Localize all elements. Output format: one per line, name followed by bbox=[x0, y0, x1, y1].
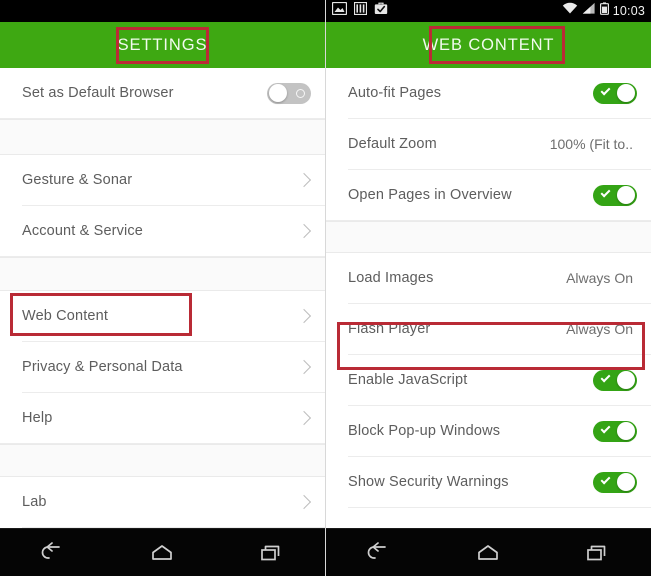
check-icon bbox=[600, 423, 611, 433]
home-icon[interactable] bbox=[135, 536, 189, 570]
wifi-icon bbox=[562, 2, 578, 20]
row-label: Enable JavaScript bbox=[348, 372, 468, 388]
check-icon bbox=[600, 85, 611, 95]
toggle-knob bbox=[617, 422, 635, 440]
page-title: SETTINGS bbox=[117, 35, 208, 54]
row-open-pages-in-overview[interactable]: Open Pages in Overview bbox=[326, 170, 651, 220]
chevron-right-icon bbox=[297, 173, 311, 187]
row-flash-player[interactable]: Flash Player Always On bbox=[326, 304, 651, 354]
row-label: Show Security Warnings bbox=[348, 474, 509, 490]
web-content-screen: 10:03 WEB CONTENT Auto-fit Pages Default… bbox=[326, 0, 651, 576]
section-gap bbox=[0, 257, 325, 291]
row-show-security-warnings[interactable]: Show Security Warnings bbox=[326, 457, 651, 507]
settings-list[interactable]: Set as Default Browser Gesture & Sonar A… bbox=[0, 68, 325, 528]
chevron-right-icon bbox=[297, 309, 311, 323]
toggle-knob bbox=[617, 473, 635, 491]
status-bar-right-icons: 10:03 bbox=[562, 2, 645, 20]
row-label: Set as Default Browser bbox=[22, 85, 174, 101]
row-label: Block Pop-up Windows bbox=[348, 423, 501, 439]
web-content-title-bar: WEB CONTENT bbox=[326, 22, 651, 68]
row-enable-javascript[interactable]: Enable JavaScript bbox=[326, 355, 651, 405]
page-title: WEB CONTENT bbox=[422, 35, 555, 54]
row-auto-fit-pages[interactable]: Auto-fit Pages bbox=[326, 68, 651, 118]
recents-icon[interactable] bbox=[570, 536, 624, 570]
status-bar-left bbox=[0, 0, 325, 22]
settings-screen: SETTINGS Set as Default Browser Gesture … bbox=[0, 0, 326, 576]
row-label: Open Pages in Overview bbox=[348, 187, 512, 203]
row-lab[interactable]: Lab bbox=[0, 477, 325, 527]
web-content-list[interactable]: Auto-fit Pages Default Zoom 100% (Fit to… bbox=[326, 68, 651, 528]
battery-icon bbox=[599, 2, 609, 20]
load-images-value: Always On bbox=[566, 270, 633, 286]
row-default-zoom[interactable]: Default Zoom 100% (Fit to.. bbox=[326, 119, 651, 169]
row-block-popup-windows[interactable]: Block Pop-up Windows bbox=[326, 406, 651, 456]
briefcase-check-icon bbox=[374, 2, 388, 20]
android-nav-bar-left bbox=[0, 528, 325, 576]
default-zoom-value: 100% (Fit to.. bbox=[549, 136, 633, 152]
row-label: Default Zoom bbox=[348, 136, 437, 152]
set-as-default-browser-toggle[interactable] bbox=[267, 82, 311, 104]
row-set-as-default-browser[interactable]: Set as Default Browser bbox=[0, 68, 325, 118]
chevron-right-icon bbox=[297, 411, 311, 425]
chevron-right-icon bbox=[297, 495, 311, 509]
chevron-right-icon bbox=[297, 224, 311, 238]
android-nav-bar-right bbox=[326, 528, 651, 576]
row-label: Account & Service bbox=[22, 223, 144, 239]
section-gap bbox=[0, 119, 325, 155]
row-label: Gesture & Sonar bbox=[22, 172, 133, 188]
open-pages-in-overview-toggle[interactable] bbox=[593, 184, 637, 206]
home-icon[interactable] bbox=[461, 536, 515, 570]
row-web-content[interactable]: Web Content bbox=[0, 291, 325, 341]
toggle-knob bbox=[617, 84, 635, 102]
recents-icon[interactable] bbox=[244, 536, 298, 570]
divider bbox=[348, 507, 651, 508]
bars-icon bbox=[353, 1, 368, 20]
signal-icon bbox=[582, 2, 596, 20]
settings-title-bar: SETTINGS bbox=[0, 22, 325, 68]
section-gap bbox=[326, 221, 651, 253]
check-icon bbox=[600, 474, 611, 484]
row-label: Flash Player bbox=[348, 321, 431, 337]
dual-screenshot-container: SETTINGS Set as Default Browser Gesture … bbox=[0, 0, 651, 576]
row-gesture-and-sonar[interactable]: Gesture & Sonar bbox=[0, 155, 325, 205]
auto-fit-pages-toggle[interactable] bbox=[593, 82, 637, 104]
row-label: Help bbox=[22, 410, 53, 426]
row-account-and-service[interactable]: Account & Service bbox=[0, 206, 325, 256]
block-popup-windows-toggle[interactable] bbox=[593, 420, 637, 442]
row-label: Lab bbox=[22, 494, 47, 510]
status-bar-clock: 10:03 bbox=[612, 3, 645, 18]
row-load-images[interactable]: Load Images Always On bbox=[326, 253, 651, 303]
row-label: Privacy & Personal Data bbox=[22, 359, 183, 375]
row-privacy-and-personal-data[interactable]: Privacy & Personal Data bbox=[0, 342, 325, 392]
divider bbox=[22, 527, 325, 528]
back-icon[interactable] bbox=[27, 536, 81, 570]
enable-javascript-toggle[interactable] bbox=[593, 369, 637, 391]
toggle-knob bbox=[617, 186, 635, 204]
toggle-knob bbox=[269, 84, 287, 102]
image-icon bbox=[331, 1, 348, 20]
status-bar-right: 10:03 bbox=[326, 0, 651, 22]
toggle-off-dot-icon bbox=[296, 88, 305, 98]
row-label: Auto-fit Pages bbox=[348, 85, 442, 101]
section-gap bbox=[0, 444, 325, 477]
status-bar-left-icons bbox=[331, 1, 388, 20]
check-icon bbox=[600, 372, 611, 382]
show-security-warnings-toggle[interactable] bbox=[593, 471, 637, 493]
chevron-right-icon bbox=[297, 360, 311, 374]
row-help[interactable]: Help bbox=[0, 393, 325, 443]
flash-player-value: Always On bbox=[566, 321, 633, 337]
row-label: Web Content bbox=[22, 308, 109, 324]
check-icon bbox=[600, 187, 611, 197]
back-icon[interactable] bbox=[353, 536, 407, 570]
toggle-knob bbox=[617, 371, 635, 389]
row-label: Load Images bbox=[348, 270, 434, 286]
